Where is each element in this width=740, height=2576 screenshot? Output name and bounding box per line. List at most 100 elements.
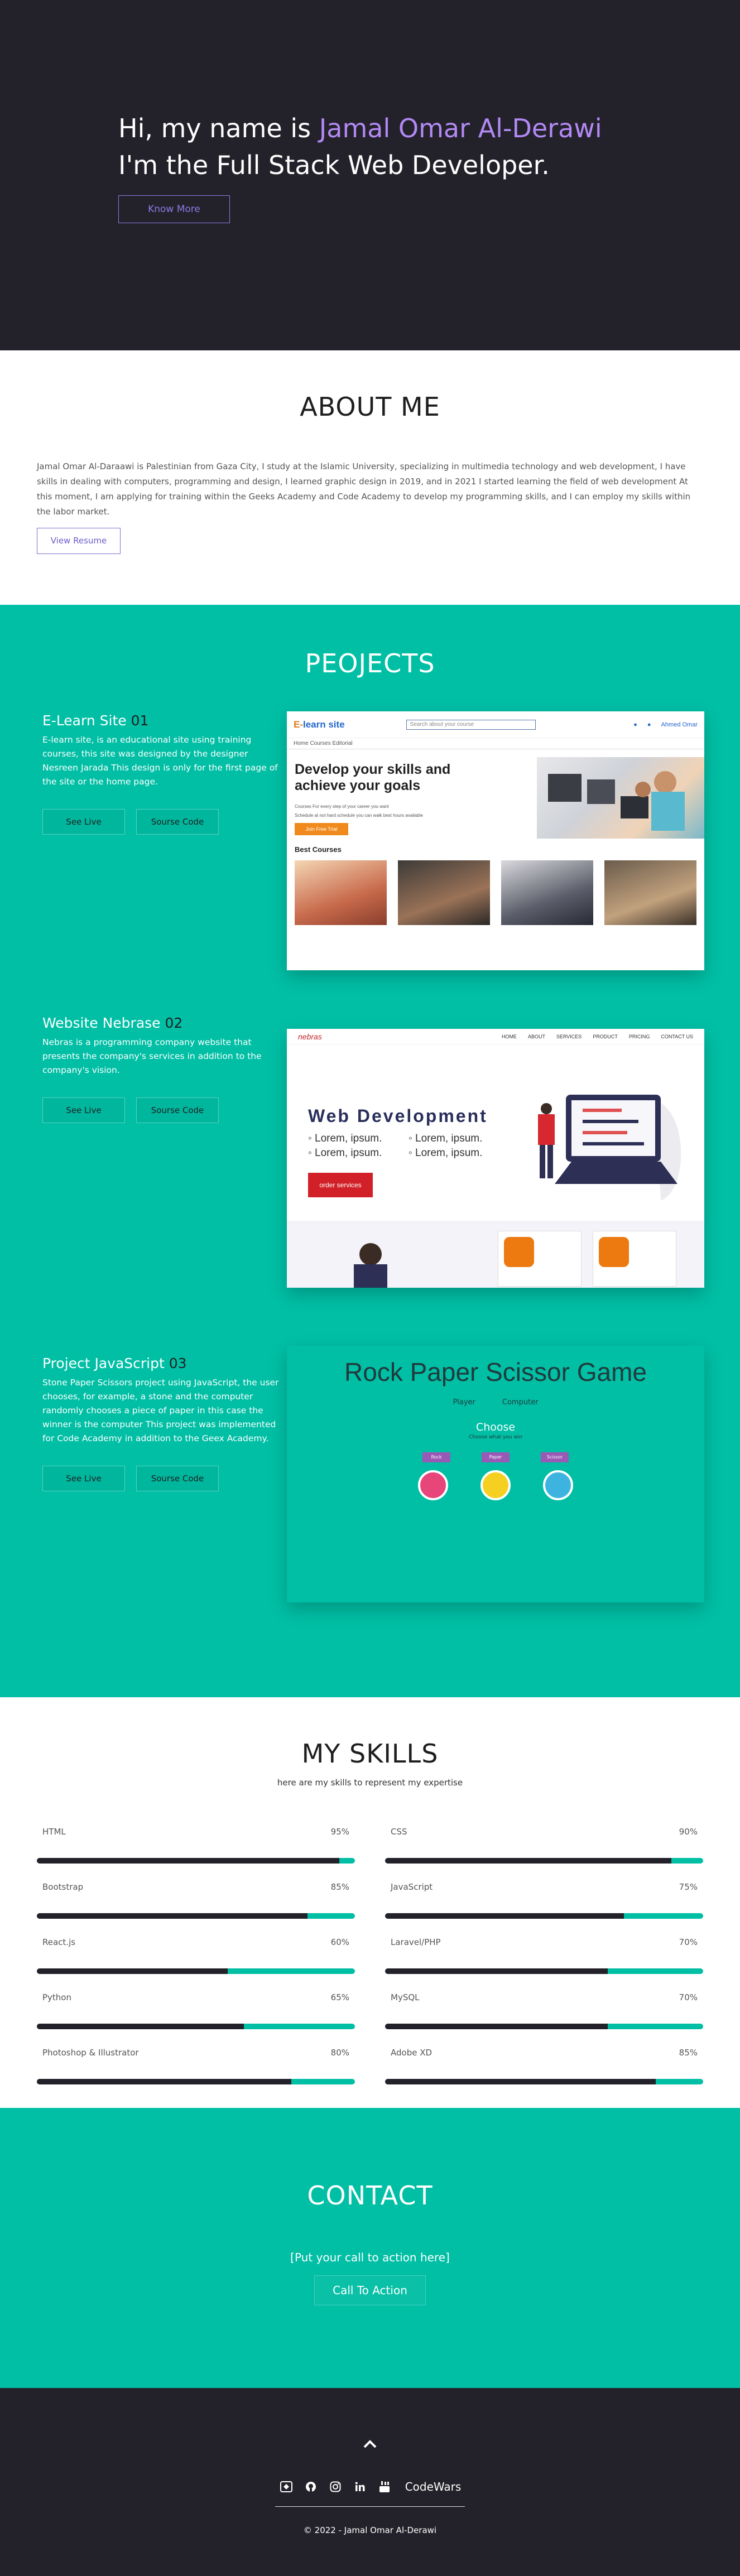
skill-item: Adobe XD 85%: [385, 2048, 703, 2087]
instagram-icon[interactable]: [328, 2479, 343, 2494]
nebrase-screenshot[interactable]: nebras HOME ABOUT SERVICES PRODUCT PRICI…: [287, 1029, 704, 1288]
elearn-screenshot[interactable]: E-learn site Search about your course ● …: [287, 711, 704, 970]
see-live-button[interactable]: See Live: [42, 1097, 125, 1123]
project-title: E-Learn Site 01: [42, 711, 282, 731]
skill-bar: [37, 1913, 355, 1919]
project-name: E-Learn Site: [42, 712, 131, 729]
nebrase-menu-item: SERVICES: [556, 1033, 582, 1039]
hero-role: I'm the Full Stack Web Developer.: [118, 150, 550, 180]
elearn-hero: Develop your skills and achieve your goa…: [287, 749, 704, 839]
skill-item: Python 65%: [37, 1992, 355, 2031]
skill-percent: 85%: [679, 2048, 698, 2058]
projects-title: PEOJECTS: [305, 648, 435, 678]
nebrase-menu-item: PRICING: [628, 1033, 650, 1039]
about-text: Jamal Omar Al-Daraawi is Palestinian fro…: [37, 461, 691, 517]
view-resume-button[interactable]: View Resume: [37, 528, 121, 554]
youtube-icon[interactable]: [377, 2479, 392, 2494]
skill-bar-fill: [37, 1913, 307, 1919]
footer: CodeWars © 2022 - Jamal Omar Al-Derawi: [0, 2388, 740, 2576]
rps-player-label: Player: [453, 1398, 475, 1407]
hero-greeting: Hi, my name is Jamal Omar Al-Derawi: [118, 109, 602, 147]
skill-name: MySQL: [391, 1992, 420, 2002]
project-number: 02: [165, 1015, 183, 1031]
elearn-logo: E-learn site: [294, 719, 345, 730]
laptop-illustration: [538, 1095, 681, 1201]
project-title: Project JavaScript 03: [42, 1354, 282, 1374]
logo-prefix: E-: [294, 719, 303, 730]
project-number: 01: [131, 712, 149, 729]
course-image: [295, 860, 387, 925]
project-elearn: E-Learn Site 01 E-learn site, is an educ…: [42, 711, 282, 835]
course-image: [501, 860, 593, 925]
skill-item: HTML 95%: [37, 1827, 355, 1866]
see-live-button[interactable]: See Live: [42, 1466, 125, 1491]
nebrase-menu-item: CONTACT US: [661, 1033, 693, 1039]
nebrase-menu-item: HOME: [501, 1033, 517, 1039]
codepen-icon[interactable]: [279, 2479, 294, 2494]
elearn-user: Ahmed Omar: [661, 721, 698, 728]
contact-section: CONTACT [Put your call to action here] C…: [0, 2108, 740, 2388]
scissor-icon: [543, 1470, 573, 1500]
skill-bar: [37, 2024, 355, 2029]
rps-screenshot[interactable]: Rock Paper Scissor Game Player Computer …: [287, 1346, 704, 1602]
source-code-button[interactable]: Sourse Code: [136, 1097, 219, 1123]
elearn-search: Search about your course: [406, 719, 536, 730]
skill-name: Python: [42, 1992, 71, 2002]
skill-name: Adobe XD: [391, 2048, 433, 2058]
skill-percent: 85%: [330, 1882, 349, 1892]
source-code-button[interactable]: Sourse Code: [136, 809, 219, 835]
skill-bar: [385, 2024, 703, 2029]
project-name: Website Nebrase: [42, 1015, 165, 1031]
skill-bar-fill: [385, 1913, 624, 1919]
greeting-text: Hi, my name is: [118, 113, 319, 143]
codewars-link[interactable]: CodeWars: [405, 2480, 462, 2493]
know-more-button[interactable]: Know More: [118, 195, 230, 223]
project-javascript: Project JavaScript 03 Stone Paper Scisso…: [42, 1354, 282, 1491]
skill-item: Laravel/PHP 70%: [385, 1937, 703, 1976]
cart-icon: ●: [633, 721, 637, 728]
see-live-button[interactable]: See Live: [42, 809, 125, 835]
about-title: ABOUT ME: [300, 392, 440, 422]
github-icon[interactable]: [304, 2479, 318, 2494]
copyright: © 2022 - Jamal Omar Al-Derawi: [303, 2525, 437, 2535]
skill-name: Photoshop & Illustrator: [42, 2048, 139, 2058]
rps-scissor-button: Scissor: [541, 1452, 569, 1462]
nebrase-navbar: nebras HOME ABOUT SERVICES PRODUCT PRICI…: [287, 1029, 704, 1044]
skill-item: JavaScript 75%: [385, 1882, 703, 1921]
skill-item: MySQL 70%: [385, 1992, 703, 2031]
elearn-subnav: Home Courses Editorial: [287, 738, 704, 749]
projects-section: PEOJECTS E-Learn Site 01 E-learn site, i…: [0, 605, 740, 1697]
linkedin-icon[interactable]: [353, 2479, 367, 2494]
contact-title: CONTACT: [307, 2180, 433, 2211]
rps-hint: Choose what you win: [468, 1434, 523, 1440]
call-to-action-button[interactable]: Call To Action: [314, 2275, 426, 2305]
skill-bar-fill: [385, 1968, 608, 1974]
project-title: Website Nebrase 02: [42, 1013, 282, 1033]
skill-item: CSS 90%: [385, 1827, 703, 1866]
skill-bar-fill: [37, 1968, 228, 1974]
skill-percent: 90%: [679, 1827, 698, 1837]
nebrase-logo: nebras: [298, 1032, 322, 1041]
skill-bar-fill: [37, 2024, 244, 2029]
source-code-button[interactable]: Sourse Code: [136, 1466, 219, 1491]
hero-section: Hi, my name is Jamal Omar Al-Derawi I'm …: [0, 0, 740, 350]
course-image: [604, 860, 696, 925]
nebrase-list-item: ◦ Lorem, ipsum.: [308, 1147, 382, 1159]
rps-computer-label: Computer: [502, 1398, 539, 1407]
logo-text: learn site: [303, 719, 345, 730]
skill-name: React.js: [42, 1937, 76, 1947]
skill-bar-fill: [385, 2024, 608, 2029]
best-courses-title: Best Courses: [295, 845, 342, 854]
chevron-up-icon[interactable]: [361, 2435, 379, 2454]
skills-subtitle: here are my skills to represent my exper…: [277, 1778, 463, 1788]
elearn-navbar: E-learn site Search about your course ● …: [287, 711, 704, 738]
elearn-hero-image: [537, 757, 704, 839]
project-nebrase: Website Nebrase 02 Nebras is a programmi…: [42, 1013, 282, 1123]
project-name: Project JavaScript: [42, 1355, 169, 1371]
project-description: Stone Paper Scissors project using JavaS…: [42, 1378, 279, 1443]
skill-bar-fill: [385, 2079, 656, 2084]
skill-bar-fill: [37, 2079, 291, 2084]
cta-text: [Put your call to action here]: [290, 2251, 450, 2264]
skill-percent: 60%: [330, 1937, 349, 1947]
footer-divider: [275, 2506, 465, 2507]
